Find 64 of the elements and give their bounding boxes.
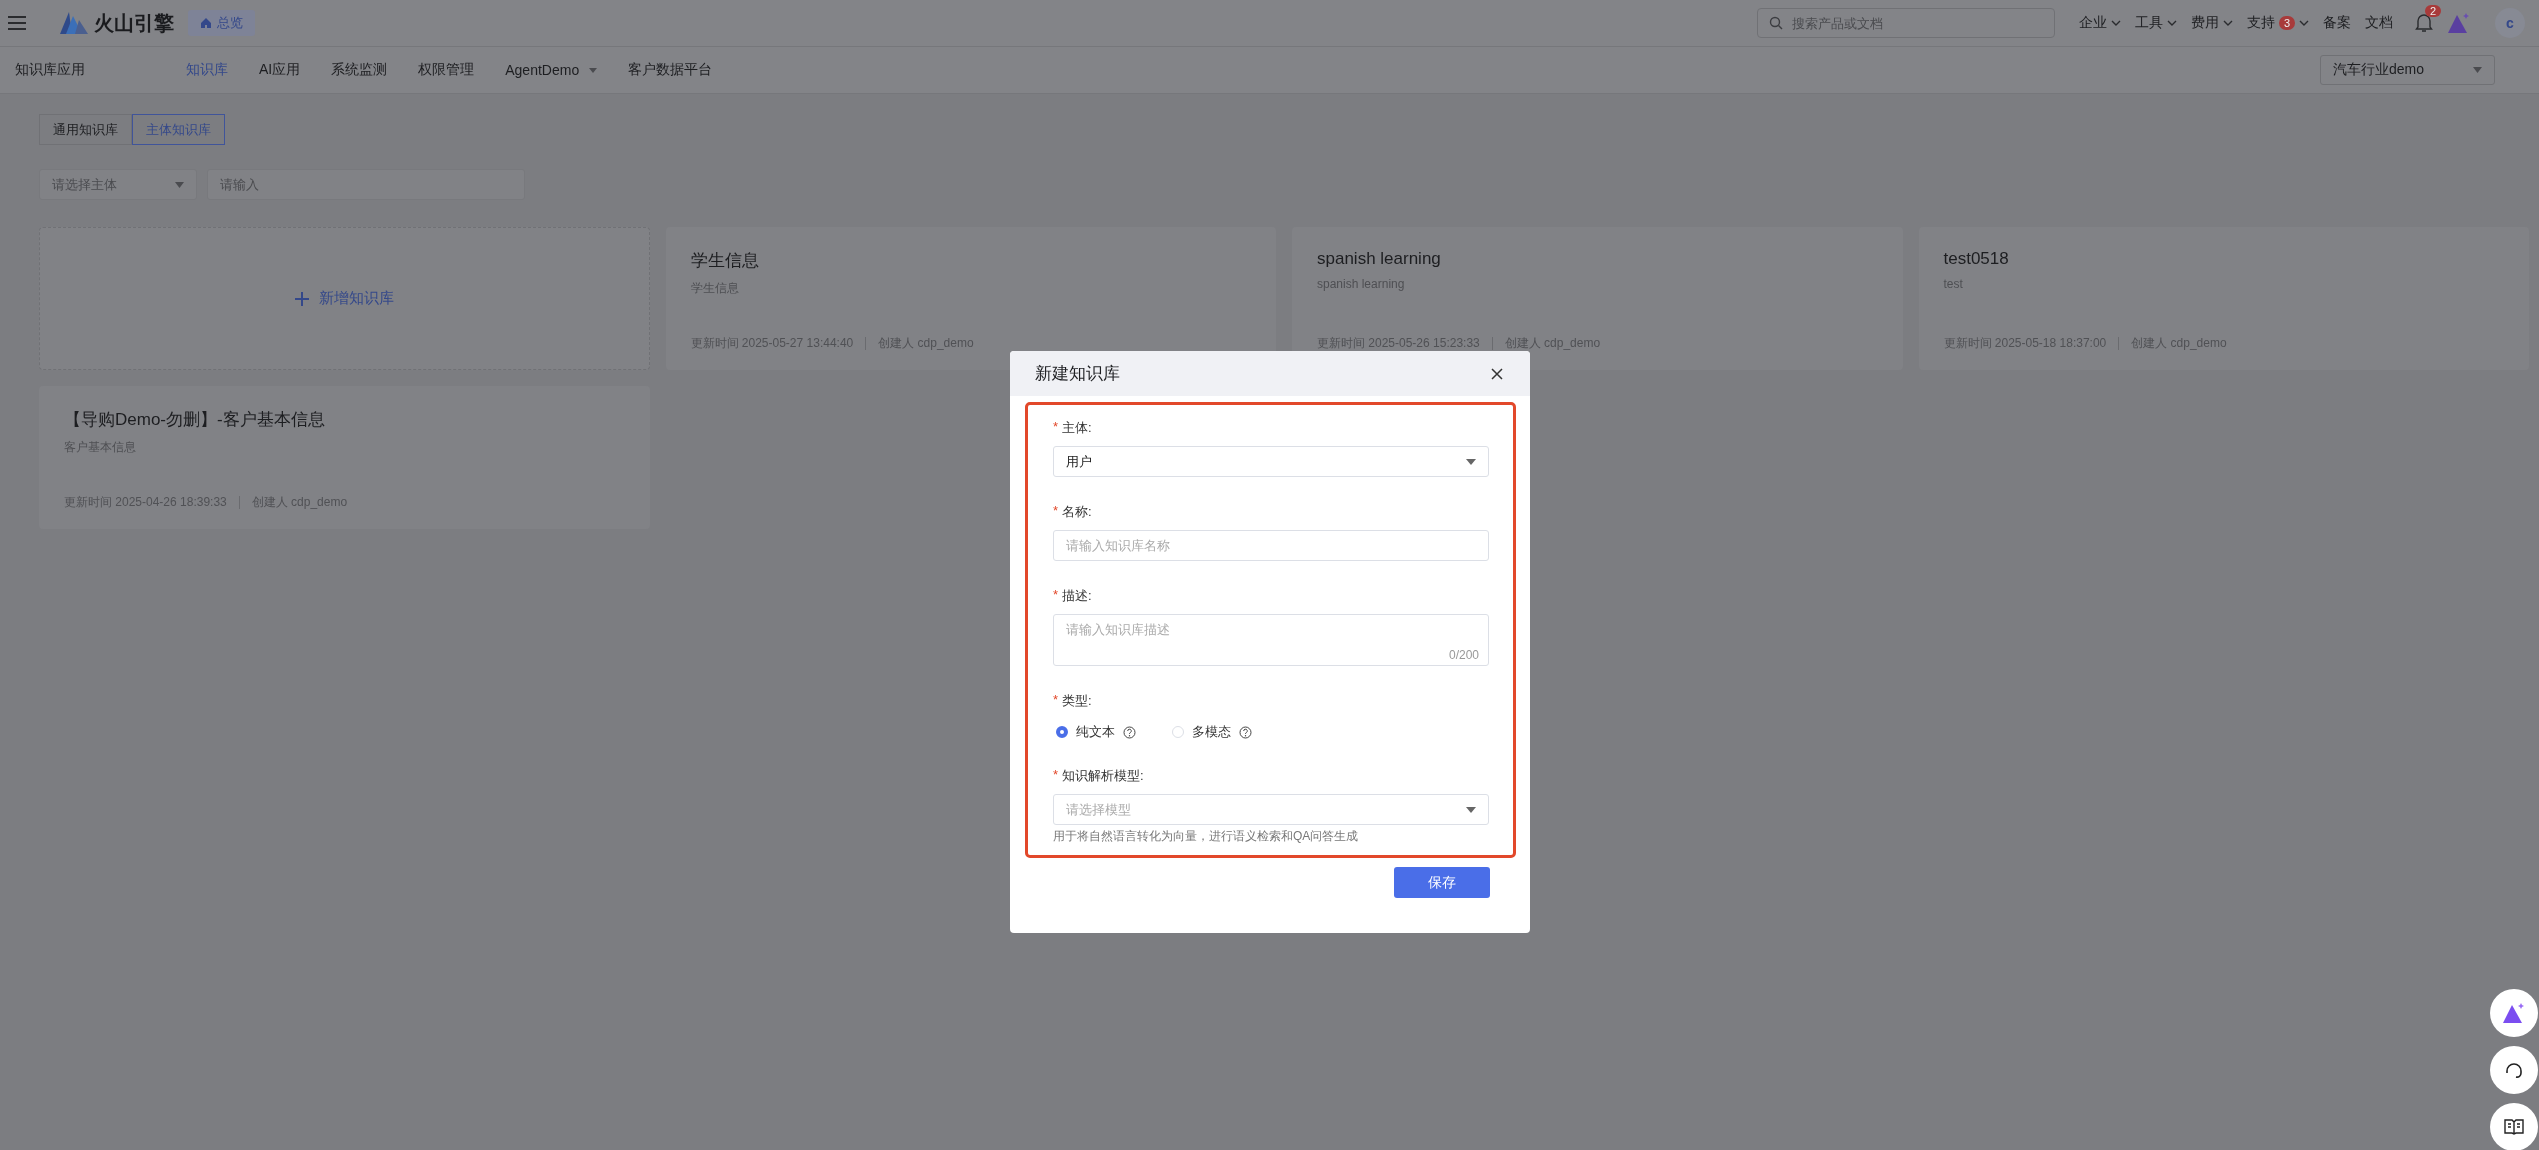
caret-icon bbox=[175, 181, 184, 188]
top-menu-item[interactable]: 文档 bbox=[2365, 14, 2393, 32]
top-menu-item[interactable]: 支持 3 bbox=[2246, 14, 2309, 32]
required-mark: * bbox=[1053, 587, 1059, 604]
radio-button[interactable] bbox=[1056, 726, 1068, 738]
count-badge: 2 bbox=[2425, 5, 2442, 17]
card-title: spanish learning bbox=[1317, 249, 1442, 269]
top-menu-item[interactable]: 企业 bbox=[2078, 14, 2121, 32]
menu-icon[interactable] bbox=[8, 16, 26, 30]
field-label: 主体: bbox=[1062, 419, 1092, 437]
help-icon[interactable] bbox=[1239, 725, 1252, 739]
nav-item[interactable]: 系统监测 bbox=[331, 61, 388, 79]
tab[interactable]: 通用知识库 bbox=[39, 114, 132, 145]
caret-icon bbox=[1466, 806, 1476, 813]
user-avatar[interactable]: c bbox=[2495, 8, 2525, 38]
top-menu-item[interactable]: 备案 bbox=[2323, 14, 2351, 32]
nav-item[interactable]: 知识库 bbox=[186, 61, 228, 79]
field-hint: 用于将自然语言转化为向量，进行语义检索和QA问答生成 bbox=[1053, 828, 1360, 845]
required-mark: * bbox=[1053, 419, 1059, 436]
chevron-down-icon bbox=[2222, 19, 2233, 27]
caret-icon bbox=[2473, 67, 2482, 73]
required-mark: * bbox=[1053, 503, 1059, 520]
required-mark: * bbox=[1053, 767, 1059, 784]
top-menu-item[interactable]: 工具 bbox=[2134, 14, 2177, 32]
field-label: 名称: bbox=[1062, 503, 1092, 521]
select-field[interactable]: 用户 bbox=[1053, 446, 1489, 477]
book-icon bbox=[2504, 1119, 2524, 1135]
nav-item[interactable]: AgentDemo bbox=[505, 62, 598, 78]
mountain-logo-icon[interactable] bbox=[60, 12, 88, 34]
count-badge: 3 bbox=[2278, 16, 2295, 30]
card-title: 【导购Demo-勿删】-客户基本信息 bbox=[64, 409, 326, 431]
nav-item[interactable]: 权限管理 bbox=[418, 61, 475, 79]
search-icon bbox=[1768, 16, 1783, 30]
card-title: test0518 bbox=[1943, 249, 2010, 269]
chevron-down-icon bbox=[2299, 19, 2309, 27]
field-label: 知识解析模型: bbox=[1062, 767, 1144, 785]
caret-icon bbox=[589, 67, 598, 73]
radio-label[interactable]: 多模态 bbox=[1192, 723, 1231, 741]
help-icon[interactable] bbox=[1123, 725, 1136, 739]
card-title: 学生信息 bbox=[690, 250, 760, 272]
brand-name[interactable]: 火山引擎 bbox=[94, 9, 174, 37]
nav-item[interactable]: AI应用 bbox=[259, 61, 301, 79]
bell-icon[interactable] bbox=[2415, 13, 2433, 33]
field-label: 类型: bbox=[1062, 692, 1092, 710]
input-field[interactable]: 请输入知识库名称 bbox=[1053, 530, 1489, 561]
field-label: 描述: bbox=[1062, 587, 1092, 605]
chevron-down-icon bbox=[2110, 19, 2121, 27]
save-button[interactable]: 保存 bbox=[1394, 867, 1490, 898]
close-icon[interactable] bbox=[1491, 367, 1503, 380]
plus-icon bbox=[294, 291, 309, 306]
top-menu-item[interactable]: 费用 bbox=[2190, 14, 2233, 32]
app-title: 知识库应用 bbox=[15, 61, 85, 79]
nav-item[interactable]: 客户数据平台 bbox=[628, 61, 713, 79]
chevron-down-icon bbox=[2166, 19, 2177, 27]
add-knowledge-base-card[interactable]: 新增知识库 bbox=[39, 227, 650, 370]
caret-icon bbox=[1466, 458, 1476, 465]
char-counter: 0/200 bbox=[1448, 648, 1479, 662]
select-field[interactable]: 请选择模型 bbox=[1053, 794, 1489, 825]
sparkle-mountain-icon bbox=[2502, 1002, 2526, 1024]
radio-label[interactable]: 纯文本 bbox=[1076, 723, 1115, 741]
workspace-select[interactable]: 汽车行业demo bbox=[2320, 55, 2495, 85]
required-mark: * bbox=[1053, 692, 1059, 709]
home-tab[interactable]: 总览 bbox=[188, 10, 255, 36]
home-icon bbox=[200, 17, 212, 29]
